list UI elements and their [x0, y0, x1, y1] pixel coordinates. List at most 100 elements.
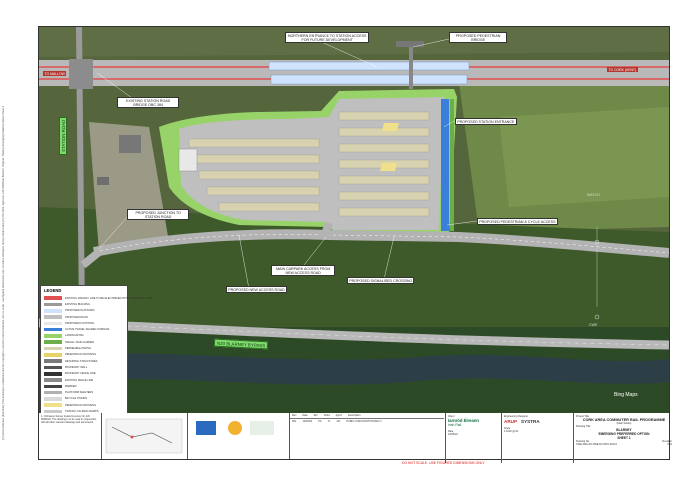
bays-row-4 — [206, 186, 320, 196]
rev-h-date: Date — [302, 414, 308, 417]
bridge-landing — [396, 41, 424, 47]
revision-value: P01 — [667, 443, 672, 446]
keymap-cell — [101, 413, 186, 459]
engineering-cell: Engineering Designer ARUP SYSTRA Scale 1… — [501, 413, 576, 463]
label-proposed-station-entrance: PROPOSED STATION ENTRANCE — [455, 118, 517, 126]
label-watch: WATCH — [587, 193, 600, 197]
legend-swatch — [44, 365, 62, 370]
legend-title: LEGEND — [44, 288, 62, 293]
logos-cell — [187, 413, 288, 459]
legend-rows: EXISTING RAILWAY LINE TO BE ELECTRIFIED … — [41, 295, 152, 415]
legend-label: ACTIVE TRAVEL SHARED SURFACE — [65, 328, 110, 332]
legend-label: EXISTING RAILWAY LINE TO BE ELECTRIFIED … — [65, 296, 153, 300]
legend-swatch — [44, 353, 62, 357]
date-value: 12/05/22 — [448, 433, 458, 436]
site-plan: NORTHERN ENTRANCE TO STATION ACCESS FOR … — [38, 26, 670, 415]
label-cwe: CWE — [589, 323, 598, 327]
legend-swatch — [44, 384, 62, 389]
carpark-access-link — [320, 221, 333, 239]
legend-swatch — [44, 346, 62, 351]
keymap-frame — [105, 418, 183, 454]
bays-row-11 — [338, 191, 430, 201]
bays-row-3 — [198, 170, 320, 180]
rev-h-rev: Rev — [292, 414, 297, 417]
legend-label: PEDESTRIAN CROSSING — [65, 353, 97, 357]
notes-cell: 1. Ordnance Survey Ireland Licence No. E… — [39, 413, 101, 463]
legend-label: RETAINING STRUCTURES — [65, 359, 98, 363]
station-road-bridge — [69, 59, 93, 89]
legend-swatch — [44, 334, 62, 338]
legend-label: PROPOSED ROAD — [65, 315, 88, 319]
label-northern-entrance: NORTHERN ENTRANCE TO STATION ACCESS FOR … — [285, 32, 370, 44]
drawing-sheet: (C) Iarnrod Eireann (Irish Rail). This d… — [0, 0, 680, 480]
legend-swatch — [44, 403, 62, 407]
label-proposed-new-access: PROPOSED NEW ACCESS ROAD — [226, 286, 288, 294]
pedestrian-bridge — [409, 41, 413, 89]
legend-swatch — [44, 359, 62, 363]
bays-row-5 — [218, 202, 320, 212]
rev-appd: GH — [336, 420, 341, 423]
side-note: (C) Iarnrod Eireann (Irish Rail). This d… — [2, 20, 16, 440]
label-proposed-signalised: PROPOSED SIGNALISED CROSSING — [347, 277, 415, 285]
rev-row: P01 12/05/22 PC TL GH PUBIC CONSULTATION… — [290, 419, 444, 424]
client-sub: Irish Rail — [448, 423, 462, 427]
legend-label: EXISTING FENCE LINE — [65, 378, 94, 382]
bays-row-2 — [193, 154, 320, 164]
legend-swatch — [44, 397, 62, 401]
legend-swatch — [44, 340, 62, 345]
bays-row-12 — [338, 207, 430, 217]
keymap-site-marker — [130, 435, 134, 439]
legend-swatch — [44, 390, 62, 395]
rev-rev: P01 — [292, 420, 297, 423]
side-note-text: (C) Iarnrod Eireann (Irish Rail). This d… — [2, 105, 5, 440]
existing-building-2 — [97, 177, 109, 185]
rev-h-appd: App'd — [335, 414, 342, 417]
scale-value: 1:1000 @ A1 — [504, 430, 519, 433]
bays-row-6 — [338, 111, 430, 121]
legend-swatch — [44, 371, 62, 376]
revisions-cell: Rev Date Drn Chkd App'd Description P01 … — [289, 413, 444, 459]
label-to-mallow: TO MALLOW — [43, 71, 67, 76]
crossing-2 — [380, 163, 397, 171]
bays-row-10 — [338, 175, 430, 185]
label-main-carpark-access: MAIN CARPARK ACCESS FROM NEW ACCESS ROAD — [271, 265, 336, 277]
rev-h-drn: Drn — [313, 414, 318, 417]
legend-label: EXISTING BUILDING — [65, 302, 91, 306]
ie-logo — [228, 421, 242, 435]
client-cell: Client Iarnród Éireann Irish Rail Date 1… — [445, 413, 504, 463]
legend-label: BOUNDARY FENCE LINE — [65, 372, 96, 376]
legend-label: PEDESTRIAN CROSSING — [65, 403, 97, 407]
bays-row-8 — [338, 143, 430, 153]
legend-swatch — [44, 315, 62, 319]
legend-label: PERMEABLE PAVING — [65, 347, 91, 351]
notes-text: 1. Ordnance Survey Ireland Licence No. E… — [41, 415, 97, 424]
legend-label: PROPOSED PLATFORM — [65, 309, 95, 313]
legend-label: PROPOSED FOOTPATH — [65, 321, 95, 325]
drawing-number: CWE-ARA-IPL-BNE-DU-PRO-01001 — [576, 443, 617, 446]
title-block: 1. Ordnance Survey Ireland Licence No. E… — [38, 413, 672, 463]
legend-label: BICYCLE STANDS — [65, 397, 88, 401]
swale — [450, 99, 454, 231]
legend-label: SWALE / RAIN GARDEN — [65, 340, 95, 344]
existing-building — [119, 135, 141, 153]
legend-swatch — [44, 302, 62, 307]
legend-swatch — [44, 378, 62, 382]
label-proposed-pedestrian-bridge: PROPOSED PEDESTRIAN BRIDGE — [449, 32, 508, 44]
legend-label: BARRIER — [65, 384, 77, 388]
designer-logos: ARUP SYSTRA — [504, 419, 574, 424]
label-station-road: STATION ROAD — [59, 116, 68, 155]
legend-label: LANDSCAPING — [65, 334, 84, 338]
label-to-cork: TO CORK (KENT) — [607, 67, 638, 72]
bays-row-1 — [188, 138, 320, 148]
station-plaza — [178, 148, 198, 172]
legend-swatch — [44, 296, 62, 300]
label-proposed-ped-cycle: PROPOSED PEDESTRIAN & CYCLE ACCESS — [477, 218, 558, 226]
rev-desc: PUBIC CONSULTATION REV 1 — [346, 420, 382, 423]
legend-label: PLATFORM SHELTERS — [65, 391, 94, 395]
legend: LEGEND EXISTING RAILWAY LINE TO BE ELECT… — [40, 285, 152, 415]
nta-logo — [196, 421, 216, 435]
designer-2: SYSTRA — [521, 419, 540, 424]
drawing-number-values: CWE-ARA-IPL-BNE-DU-PRO-01001 P01 — [576, 443, 672, 446]
project-cell: Project Title CORK AREA COMMUTER RAIL PR… — [573, 413, 674, 463]
crossing-1 — [382, 123, 399, 131]
